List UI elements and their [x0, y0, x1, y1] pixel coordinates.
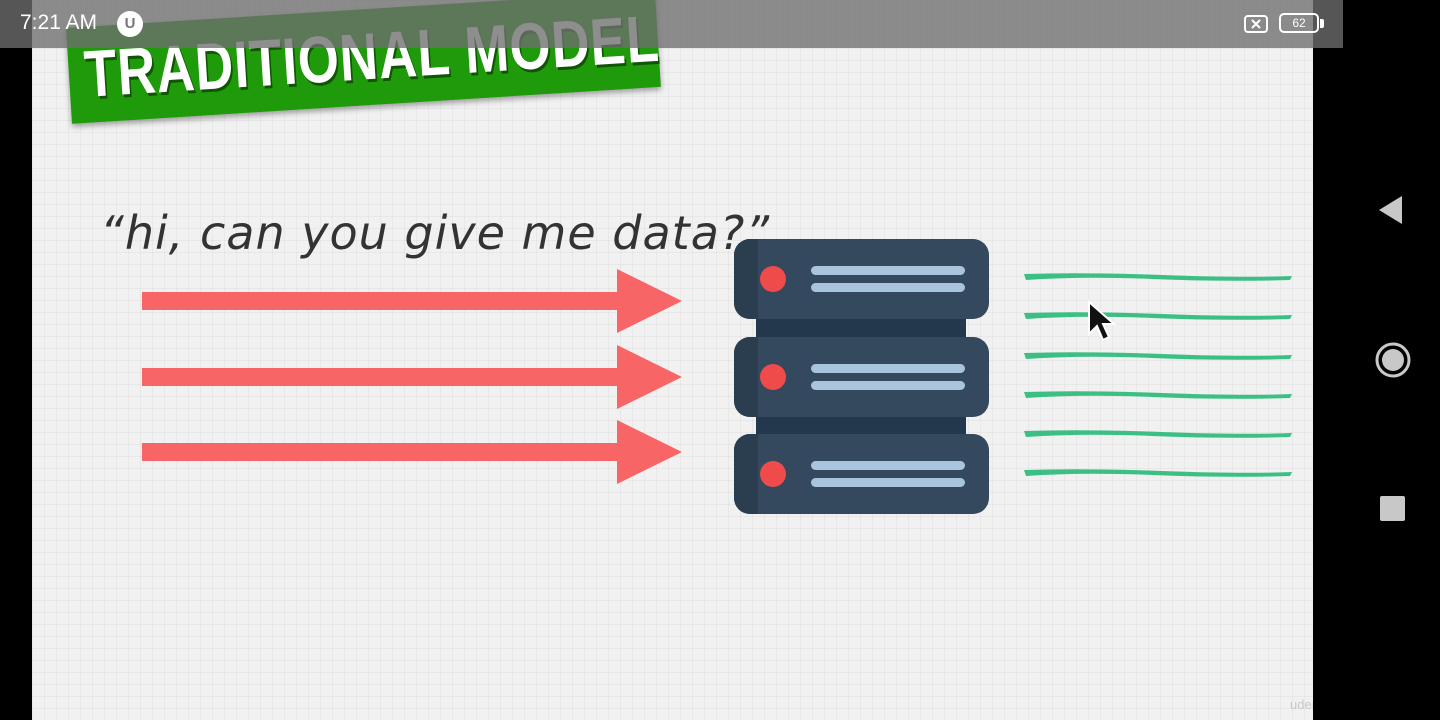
data-line-3 — [1024, 352, 1292, 360]
status-bar: 7:21 AM U 62 — [0, 0, 1343, 48]
server-led — [760, 461, 786, 487]
back-triangle-icon[interactable] — [1376, 194, 1406, 226]
battery-level: 62 — [1292, 16, 1306, 30]
server-connector — [756, 414, 966, 436]
battery-icon: 62 — [1279, 13, 1319, 33]
data-line-2 — [1024, 312, 1292, 320]
request-quote: “hi, can you give me data?” — [100, 206, 771, 260]
server-unit-3 — [734, 434, 989, 514]
request-arrow-1-icon — [142, 269, 682, 333]
server-led — [760, 266, 786, 292]
data-line-5 — [1024, 430, 1292, 438]
server-unit-1 — [734, 239, 989, 319]
server-connector — [756, 316, 966, 338]
data-line-6 — [1024, 469, 1292, 477]
data-line-1 — [1024, 273, 1292, 281]
udemy-icon: U — [117, 11, 143, 37]
mouse-cursor-icon — [1088, 300, 1117, 342]
server-led — [760, 364, 786, 390]
recents-square-icon[interactable] — [1380, 496, 1405, 521]
request-arrow-2-icon — [142, 345, 682, 409]
udemy-watermark: udemy — [1290, 697, 1313, 712]
video-player[interactable]: TRADITIONAL MODEL “hi, can you give me d… — [32, 0, 1313, 720]
no-sim-icon — [1244, 15, 1268, 33]
request-arrow-3-icon — [142, 420, 682, 484]
status-time: 7:21 AM — [20, 11, 98, 34]
battery-tip — [1320, 19, 1324, 28]
home-circle-icon[interactable] — [1374, 341, 1412, 379]
data-line-4 — [1024, 391, 1292, 399]
screen: TRADITIONAL MODEL “hi, can you give me d… — [0, 0, 1440, 720]
server-unit-2 — [734, 337, 989, 417]
